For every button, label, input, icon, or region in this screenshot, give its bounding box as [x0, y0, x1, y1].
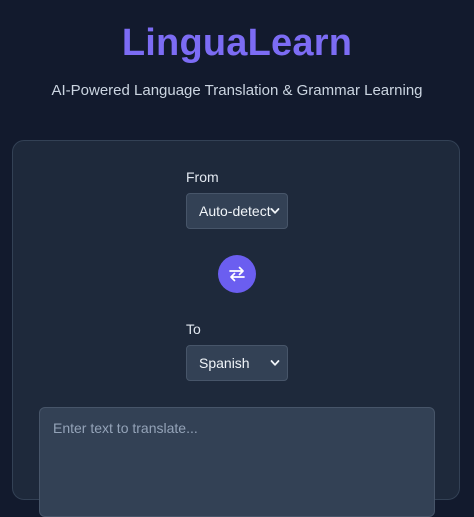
to-language-select[interactable]: Spanish [186, 345, 288, 381]
from-language-select[interactable]: Auto-detect [186, 193, 288, 229]
chevron-down-icon [270, 360, 280, 366]
swap-languages-button[interactable] [218, 255, 256, 293]
app-subtitle: AI-Powered Language Translation & Gramma… [51, 82, 423, 99]
input-placeholder: Enter text to translate... [53, 420, 198, 436]
from-label: From [186, 169, 219, 185]
to-label: To [186, 321, 201, 337]
translator-card: From Auto-detect To Spanish Enter text t… [12, 140, 460, 517]
translate-text-input[interactable]: Enter text to translate... [39, 407, 435, 517]
swap-arrows-icon [229, 266, 245, 282]
app-title: LinguaLearn [121, 22, 353, 64]
chevron-down-icon [270, 208, 280, 214]
to-language-value: Spanish [199, 355, 250, 371]
from-language-value: Auto-detect [199, 203, 271, 219]
